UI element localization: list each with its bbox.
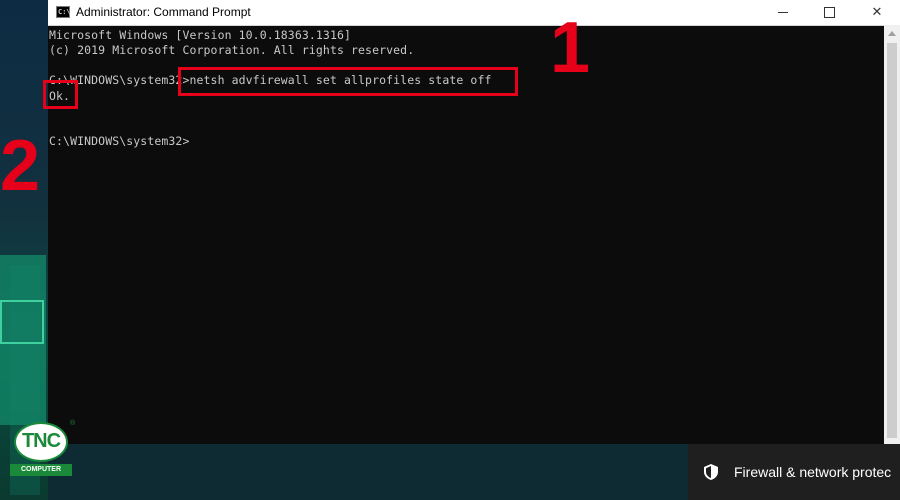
logo-subtitle: COMPUTER xyxy=(10,464,72,476)
window-title: Administrator: Command Prompt xyxy=(76,5,251,19)
maximize-button[interactable] xyxy=(806,0,852,25)
notification-text: Firewall & network protec xyxy=(734,464,892,480)
step-number-1: 1 xyxy=(550,8,591,88)
desktop-bottom-area xyxy=(48,444,688,500)
background-square xyxy=(0,300,44,344)
notification-toast[interactable]: Firewall & network protec xyxy=(688,444,900,500)
close-button[interactable]: ✕ xyxy=(854,0,900,25)
command-prompt-icon[interactable]: C:\ xyxy=(56,6,71,18)
title-bar[interactable]: C:\ Administrator: Command Prompt ✕ xyxy=(48,0,900,26)
scroll-up-arrow-icon[interactable] xyxy=(888,31,896,36)
console-line: Microsoft Windows [Version 10.0.18363.13… xyxy=(49,28,352,42)
close-icon: ✕ xyxy=(871,5,883,20)
minimize-button[interactable] xyxy=(760,0,806,25)
vertical-scrollbar[interactable] xyxy=(884,25,900,444)
shield-icon xyxy=(704,464,718,480)
maximize-icon xyxy=(823,7,835,18)
highlight-box-command xyxy=(178,67,518,96)
console-line: (c) 2019 Microsoft Corporation. All righ… xyxy=(49,43,415,57)
scroll-thumb[interactable] xyxy=(887,43,897,438)
icon-label: C:\ xyxy=(58,8,71,16)
console-prompt-line: C:\WINDOWS\system32> xyxy=(49,134,190,148)
step-number-2: 2 xyxy=(0,126,41,206)
minimize-icon xyxy=(778,12,788,13)
highlight-box-result xyxy=(43,80,78,109)
tnc-computer-logo: TNC COMPUTER ® xyxy=(10,420,76,480)
registered-mark: ® xyxy=(70,420,76,427)
logo-name: TNC xyxy=(21,430,61,452)
